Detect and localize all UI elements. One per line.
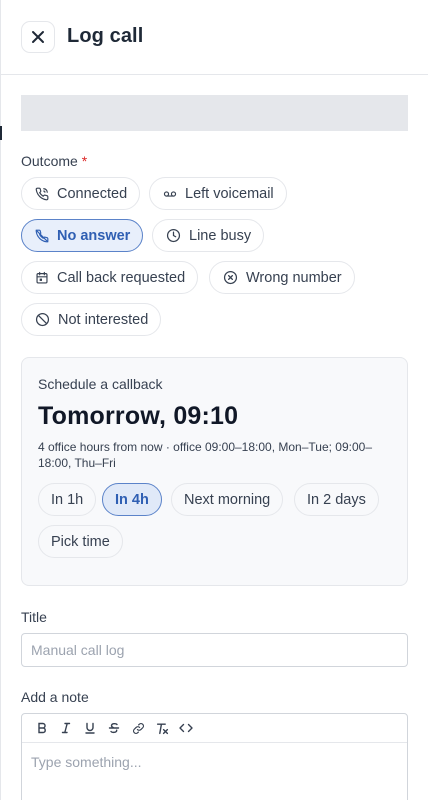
outcome-left-voicemail[interactable]: Left voicemail: [149, 177, 287, 210]
outcome-no-answer[interactable]: No answer: [21, 219, 144, 252]
outcome-label: Outcome *: [21, 153, 87, 169]
panel-edge-marker: [0, 126, 2, 140]
pill-label: In 4h: [115, 491, 149, 508]
bold-icon: [38, 722, 46, 734]
chip-label: Left voicemail: [185, 185, 274, 202]
link-button[interactable]: [126, 716, 150, 740]
clear-format-icon: [156, 722, 168, 734]
editor-toolbar: [22, 714, 407, 743]
note-label: Add a note: [21, 689, 89, 705]
strikethrough-icon: [108, 722, 120, 734]
close-button[interactable]: [21, 21, 55, 53]
italic-icon: [61, 722, 71, 734]
chip-label: Not interested: [58, 311, 149, 328]
callback-next-morning[interactable]: Next morning: [171, 483, 284, 516]
code-icon: [179, 723, 193, 733]
clear-format-button[interactable]: [150, 716, 174, 740]
chip-label: No answer: [57, 227, 131, 244]
chip-label: Call back requested: [57, 269, 186, 286]
chip-label: Connected: [57, 185, 128, 202]
note-placeholder: Type something...: [31, 754, 142, 770]
callback-in-2-days[interactable]: In 2 days: [294, 483, 379, 516]
underline-icon: [85, 722, 95, 734]
outcome-call-back-requested[interactable]: Call back requested: [21, 261, 199, 294]
callback-pick-time[interactable]: Pick time: [38, 525, 123, 558]
clock-icon: [166, 228, 181, 243]
outcome-not-interested[interactable]: Not interested: [21, 303, 162, 336]
outcome-connected[interactable]: Connected: [21, 177, 141, 210]
schedule-callback-card: Schedule a callback Tomorrow, 09:10 4 of…: [21, 357, 408, 586]
ban-icon: [35, 312, 50, 327]
callback-time: Tomorrow, 09:10: [38, 402, 239, 430]
chip-label: Wrong number: [246, 269, 342, 286]
strikethrough-button[interactable]: [102, 716, 126, 740]
link-icon: [132, 722, 144, 734]
pill-label: In 2 days: [307, 491, 366, 508]
italic-button[interactable]: [54, 716, 78, 740]
title-placeholder: Manual call log: [31, 642, 125, 658]
outcome-wrong-number[interactable]: Wrong number: [209, 261, 355, 294]
pill-label: Next morning: [184, 491, 271, 508]
voicemail-icon: [163, 190, 177, 197]
callback-in-1h[interactable]: In 1h: [38, 483, 97, 516]
pill-label: Pick time: [51, 533, 110, 550]
code-button[interactable]: [174, 716, 198, 740]
close-icon: [32, 31, 44, 43]
page-title: Log call: [67, 25, 144, 47]
panel-left-border: [0, 0, 1, 800]
title-input[interactable]: Manual call log: [21, 633, 408, 667]
calendar-icon: [36, 271, 48, 284]
bold-button[interactable]: [30, 716, 54, 740]
contact-placeholder-bar: [21, 95, 408, 131]
phone-missed-icon: [35, 229, 49, 242]
outcome-label-text: Outcome: [21, 153, 78, 169]
note-editor[interactable]: Type something...: [21, 713, 408, 800]
chip-label: Line busy: [189, 227, 252, 244]
callback-subtitle: 4 office hours from now · office 09:00–1…: [38, 440, 372, 470]
pill-label: In 1h: [51, 491, 84, 508]
required-mark: *: [81, 153, 88, 169]
x-circle-icon: [223, 270, 238, 285]
outcome-line-busy[interactable]: Line busy: [152, 219, 265, 252]
phone-icon: [35, 187, 49, 200]
callback-in-4h[interactable]: In 4h: [102, 483, 162, 516]
title-label: Title: [21, 609, 47, 625]
callback-label: Schedule a callback: [38, 376, 163, 392]
underline-button[interactable]: [78, 716, 102, 740]
panel-header: Log call: [0, 0, 428, 75]
